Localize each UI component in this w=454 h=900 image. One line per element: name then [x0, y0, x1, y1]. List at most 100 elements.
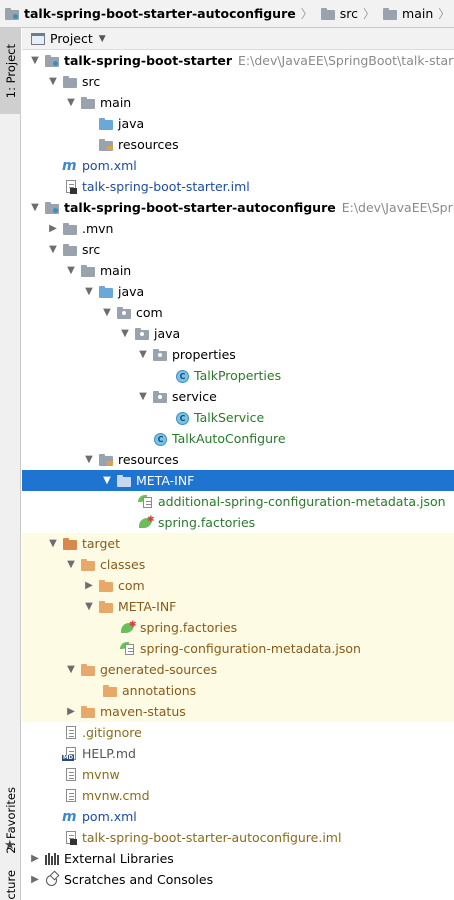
chevron-down-icon[interactable]: ▼ — [100, 307, 114, 318]
tree-row-annotations[interactable]: annotations — [22, 680, 454, 701]
excluded-folder-icon — [62, 536, 78, 552]
chevron-down-icon[interactable]: ▼ — [100, 475, 114, 486]
left-tool-window-bar: 1: Project 2: Favorites cture — [0, 28, 21, 900]
text-file-icon — [62, 788, 78, 804]
tree-row-class-talkservice[interactable]: C TalkService — [22, 407, 454, 428]
tree-row-java[interactable]: java — [22, 113, 454, 134]
chevron-down-icon[interactable]: ▼ — [99, 34, 106, 44]
excluded-folder-icon — [80, 557, 96, 573]
tree-row-target[interactable]: ▼ target — [22, 533, 454, 554]
breadcrumb-separator-icon: 〉 — [363, 7, 376, 21]
tree-row-spring-factories[interactable]: ✱ spring.factories — [22, 512, 454, 533]
breadcrumb-separator-icon: 〉 — [438, 7, 451, 21]
chevron-down-icon[interactable]: ▼ — [118, 328, 132, 339]
tree-row-package-properties[interactable]: ▼ properties — [22, 344, 454, 365]
tree-row-package-service[interactable]: ▼ service — [22, 386, 454, 407]
breadcrumb-item-main[interactable]: main — [378, 0, 435, 27]
tree-row-generated-sources[interactable]: ▼ generated-sources — [22, 659, 454, 680]
excluded-folder-icon — [80, 662, 96, 678]
folder-icon — [62, 242, 78, 258]
tree-row-help-md[interactable]: MD HELP.md — [22, 743, 454, 764]
breadcrumb-item-src[interactable]: src — [316, 0, 360, 27]
excluded-folder-icon — [98, 599, 114, 615]
chevron-down-icon[interactable]: ▼ — [64, 97, 78, 108]
favorites-tool-tab[interactable]: 2: Favorites — [0, 772, 21, 868]
chevron-down-icon[interactable]: ▼ — [46, 76, 60, 87]
spring-json-icon — [138, 494, 154, 510]
chevron-right-icon[interactable]: ▶ — [82, 580, 96, 591]
tree-row-class-talkproperties[interactable]: C TalkProperties — [22, 365, 454, 386]
tree-row-package-java[interactable]: ▼ java — [22, 323, 454, 344]
text-file-icon — [62, 725, 78, 741]
tree-row-classes[interactable]: ▼ classes — [22, 554, 454, 575]
chevron-right-icon[interactable]: ▶ — [64, 706, 78, 717]
structure-tool-tab[interactable]: cture — [0, 870, 21, 900]
chevron-down-icon[interactable]: ▼ — [28, 202, 42, 213]
tree-row-mvn[interactable]: ▶ .mvn — [22, 218, 454, 239]
tree-row-meta-inf-selected[interactable]: ▼ META-INF — [22, 470, 454, 491]
resources-folder-icon — [98, 137, 114, 153]
project-view-selector[interactable]: Project — [50, 31, 93, 46]
chevron-down-icon[interactable]: ▼ — [82, 454, 96, 465]
folder-icon — [116, 473, 132, 489]
spring-json-icon — [120, 641, 136, 657]
tree-row-target-meta-inf[interactable]: ▼ META-INF — [22, 596, 454, 617]
tree-row-src[interactable]: ▼ src — [22, 71, 454, 92]
class-icon: C — [174, 410, 190, 426]
package-icon — [134, 326, 150, 342]
tree-row-iml[interactable]: talk-spring-boot-starter-autoconfigure.i… — [22, 827, 454, 848]
folder-icon — [80, 263, 96, 279]
tree-row-maven-status[interactable]: ▶ maven-status — [22, 701, 454, 722]
spring-factories-icon: ✱ — [120, 620, 137, 636]
class-icon: C — [152, 431, 168, 447]
chevron-down-icon[interactable]: ▼ — [28, 55, 42, 66]
tree-row-scratches[interactable]: ▶ Scratches and Consoles — [22, 869, 454, 890]
chevron-down-icon[interactable]: ▼ — [136, 349, 150, 360]
module-folder-icon — [44, 53, 60, 69]
chevron-right-icon[interactable]: ▶ — [46, 223, 60, 234]
tree-row-java[interactable]: ▼ java — [22, 281, 454, 302]
chevron-down-icon[interactable]: ▼ — [82, 286, 96, 297]
tree-row-main[interactable]: ▼ main — [22, 260, 454, 281]
tree-row-mvnw-cmd[interactable]: mvnw.cmd — [22, 785, 454, 806]
folder-icon — [320, 6, 336, 22]
chevron-down-icon[interactable]: ▼ — [64, 664, 78, 675]
breadcrumb-item-module[interactable]: talk-spring-boot-starter-autoconfigure — [0, 0, 298, 27]
tree-row-target-spring-factories[interactable]: ✱ spring.factories — [22, 617, 454, 638]
chevron-down-icon[interactable]: ▼ — [46, 538, 60, 549]
text-file-icon — [62, 767, 78, 783]
chevron-right-icon[interactable]: ▶ — [28, 874, 42, 885]
tree-row-resources[interactable]: resources — [22, 134, 454, 155]
tree-row-module-starter[interactable]: ▼ talk-spring-boot-starter E:\dev\JavaEE… — [22, 50, 454, 71]
tree-row-package-com[interactable]: ▼ com — [22, 302, 454, 323]
class-icon: C — [174, 368, 190, 384]
chevron-down-icon[interactable]: ▼ — [136, 391, 150, 402]
module-file-icon — [62, 830, 78, 846]
project-tool-tab[interactable]: 1: Project — [0, 28, 21, 114]
tree-row-metadata-json[interactable]: additional-spring-configuration-metadata… — [22, 491, 454, 512]
markdown-file-icon: MD — [62, 746, 78, 762]
chevron-down-icon[interactable]: ▼ — [82, 601, 96, 612]
tree-row-mvnw[interactable]: mvnw — [22, 764, 454, 785]
tree-row-target-com[interactable]: ▶ com — [22, 575, 454, 596]
tree-row-target-metadata-json[interactable]: spring-configuration-metadata.json — [22, 638, 454, 659]
tree-row-main[interactable]: ▼ main — [22, 92, 454, 113]
source-root-icon — [98, 284, 114, 300]
chevron-right-icon[interactable]: ▶ — [28, 853, 42, 864]
scratches-icon — [44, 870, 60, 888]
module-folder-icon — [4, 6, 20, 22]
chevron-down-icon[interactable]: ▼ — [64, 265, 78, 276]
favorites-star-icon[interactable]: ★ — [4, 838, 16, 853]
tree-row-module-autoconfigure[interactable]: ▼ talk-spring-boot-starter-autoconfigure… — [22, 197, 454, 218]
tree-row-src[interactable]: ▼ src — [22, 239, 454, 260]
tree-row-pom[interactable]: m pom.xml — [22, 806, 454, 827]
tree-row-class-talkautoconfigure[interactable]: C TalkAutoConfigure — [22, 428, 454, 449]
breadcrumb-separator-icon: 〉 — [300, 7, 313, 21]
chevron-down-icon[interactable]: ▼ — [64, 559, 78, 570]
tree-row-pom[interactable]: m pom.xml — [22, 155, 454, 176]
tree-row-gitignore[interactable]: .gitignore — [22, 722, 454, 743]
tree-row-resources[interactable]: ▼ resources — [22, 449, 454, 470]
tree-row-external-libraries[interactable]: ▶ External Libraries — [22, 848, 454, 869]
chevron-down-icon[interactable]: ▼ — [46, 244, 60, 255]
tree-row-iml[interactable]: talk-spring-boot-starter.iml — [22, 176, 454, 197]
